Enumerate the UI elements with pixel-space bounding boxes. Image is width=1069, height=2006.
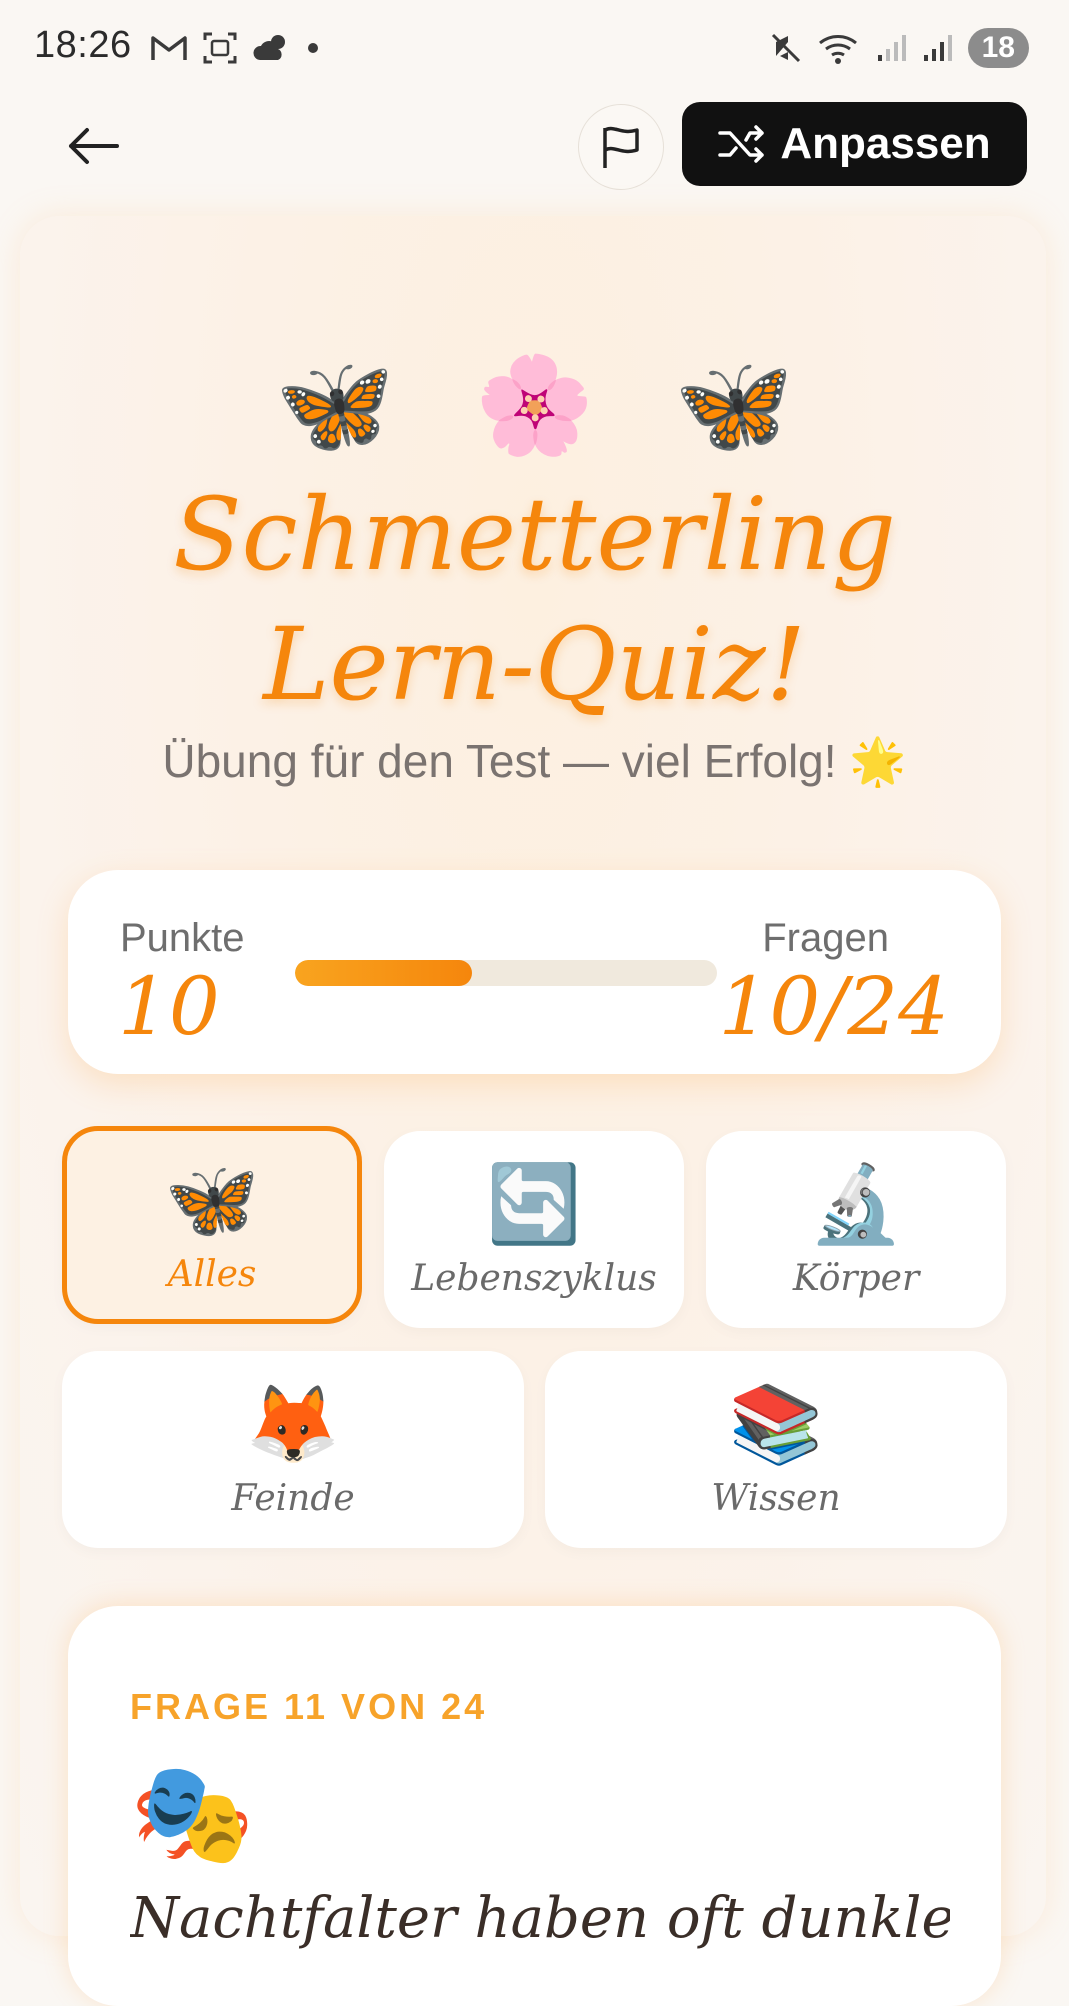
customize-button[interactable]: Anpassen — [682, 102, 1027, 186]
fox-icon: 🦊 — [245, 1382, 341, 1467]
title-line-2: Lern-Quiz! — [263, 606, 806, 723]
report-flag-button[interactable] — [578, 104, 664, 190]
score-card: Punkte 10 Fragen 10/24 — [68, 870, 1001, 1074]
arrow-left-icon — [69, 128, 119, 164]
category-feinde[interactable]: 🦊 Feinde — [62, 1351, 524, 1548]
top-bar: Anpassen — [0, 96, 1069, 196]
category-alles[interactable]: 🦋 Alles — [62, 1126, 362, 1324]
category-label: Feinde — [231, 1478, 355, 1519]
questions-label: Fragen — [762, 916, 889, 960]
flower-icon: 🌸 — [474, 352, 595, 459]
screenshot-icon — [203, 32, 237, 64]
signal-icon — [923, 35, 952, 61]
status-right-icons: 18 — [768, 28, 1029, 68]
shuffle-icon — [718, 125, 765, 163]
category-label: Wissen — [711, 1478, 841, 1519]
back-button[interactable] — [58, 118, 128, 174]
points-value: 10 — [118, 960, 220, 1053]
hero-emoji-row: 🦋 🌸 🦋 — [0, 350, 1069, 462]
category-lebenszyklus[interactable]: 🔄 Lebenszyklus — [384, 1131, 684, 1328]
books-icon: 📚 — [728, 1382, 824, 1467]
question-counter: FRAGE 11 VON 24 — [130, 1686, 488, 1727]
signal-icon — [877, 35, 906, 61]
status-time: 18:26 — [34, 24, 132, 66]
category-label: Alles — [167, 1253, 257, 1295]
points-label: Punkte — [120, 916, 245, 960]
customize-label: Anpassen — [780, 119, 991, 168]
battery-badge: 18 — [967, 28, 1029, 68]
cycle-icon: 🔄 — [486, 1162, 582, 1247]
status-bar: 18:26 18 — [0, 0, 1069, 96]
dot-icon — [308, 43, 318, 53]
butterfly-icon: 🦋 — [275, 352, 395, 459]
progress-fill — [295, 960, 473, 986]
category-wissen[interactable]: 📚 Wissen — [545, 1351, 1007, 1548]
wifi-icon — [818, 35, 857, 64]
status-left-icons — [150, 30, 320, 66]
butterfly-icon: 🦋 — [164, 1157, 260, 1243]
category-label: Körper — [792, 1258, 920, 1299]
page-title: Schmetterling Lern-Quiz! — [0, 470, 1069, 730]
flag-icon — [603, 126, 639, 168]
gmail-icon — [151, 36, 187, 60]
questions-value: 10/24 — [718, 960, 949, 1053]
mute-icon — [771, 33, 800, 63]
progress-bar — [295, 960, 717, 986]
microscope-icon: 🔬 — [808, 1162, 904, 1247]
title-line-1: Schmetterling — [173, 476, 896, 593]
butterfly-icon: 🦋 — [674, 352, 794, 459]
category-label: Lebenszyklus — [411, 1258, 657, 1299]
question-card: FRAGE 11 VON 24 🎭 Nachtfalter haben oft … — [68, 1606, 1001, 2006]
category-koerper[interactable]: 🔬 Körper — [706, 1131, 1006, 1328]
question-text: Nachtfalter haben oft dunkle — [130, 1886, 950, 1951]
page-subtitle: Übung für den Test — viel Erfolg! 🌟 — [162, 735, 907, 787]
weather-icon — [253, 35, 285, 60]
theater-masks-icon: 🎭 — [130, 1758, 255, 1870]
